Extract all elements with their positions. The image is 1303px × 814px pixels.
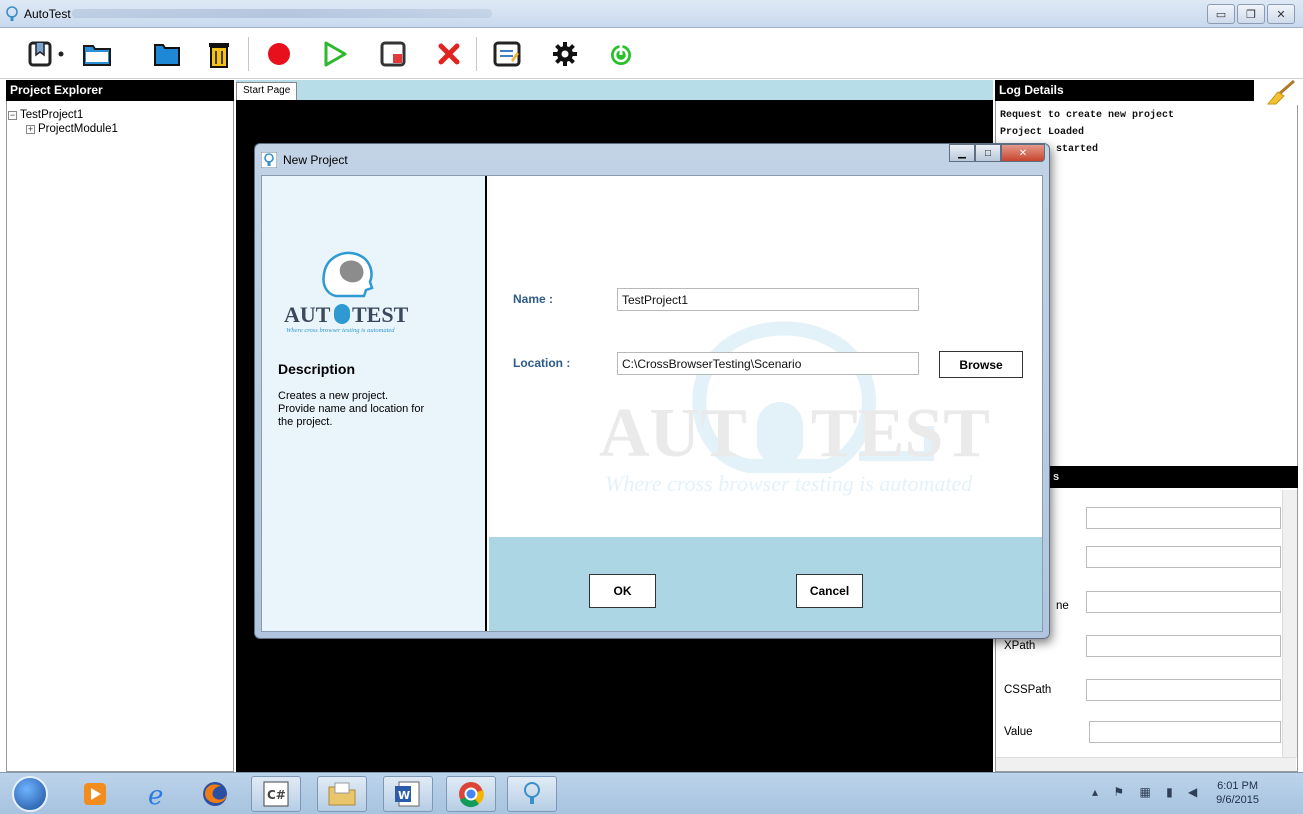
svg-text:TEST: TEST xyxy=(811,395,990,472)
word-icon[interactable]: W xyxy=(383,776,433,812)
property-field[interactable] xyxy=(1086,507,1281,529)
value-field[interactable] xyxy=(1089,721,1281,743)
dialog-close-button[interactable]: ✕ xyxy=(1001,144,1045,162)
dialog-form-pane: AUT TEST Where cross browser testing is … xyxy=(489,176,1042,631)
project-tree: − TestProject1 + ProjectModule1 xyxy=(8,108,118,136)
svg-text:Where cross browser testing is: Where cross browser testing is automated xyxy=(286,327,395,334)
svg-text:C#: C# xyxy=(267,788,286,802)
autotest-logo: AUT TEST Where cross browser testing is … xyxy=(274,244,420,334)
new-project-dialog: New Project ▁ □ ✕ AUT TEST Where cross b… xyxy=(254,143,1050,639)
tree-node-project[interactable]: − TestProject1 xyxy=(8,108,118,122)
svg-text:W: W xyxy=(398,789,410,802)
internet-explorer-icon[interactable]: e xyxy=(134,776,184,812)
title-blur xyxy=(72,9,492,18)
property-label: ne xyxy=(1056,600,1069,612)
cancel-icon[interactable] xyxy=(432,37,466,71)
stop-icon[interactable] xyxy=(376,37,410,71)
autotest-taskbar-icon[interactable] xyxy=(507,776,557,812)
report-icon[interactable] xyxy=(490,37,524,71)
autotest-watermark: AUT TEST Where cross browser testing is … xyxy=(599,321,990,496)
dialog-title: New Project xyxy=(283,153,348,167)
tab-start-page[interactable]: Start Page xyxy=(236,82,298,100)
new-project-icon[interactable] xyxy=(24,37,58,71)
expand-icon[interactable]: + xyxy=(26,124,35,134)
description-title: Description xyxy=(278,361,356,377)
location-field[interactable]: C:\CrossBrowserTesting\Scenario xyxy=(617,352,919,375)
toolbar-separator xyxy=(476,37,477,71)
play-icon[interactable] xyxy=(318,37,352,71)
svg-text:TEST: TEST xyxy=(352,302,409,327)
property-label-value: Value xyxy=(1004,726,1033,738)
name-label: Name : xyxy=(513,292,554,306)
name-field[interactable]: TestProject1 xyxy=(617,288,919,311)
collapse-icon[interactable]: − xyxy=(8,110,17,120)
location-label: Location : xyxy=(513,356,571,370)
svg-text:Where cross browser testing is: Where cross browser testing is automated xyxy=(605,471,973,496)
firefox-icon[interactable] xyxy=(190,776,240,812)
power-icon[interactable] xyxy=(604,37,638,71)
svg-text:e: e xyxy=(148,781,163,808)
start-button[interactable] xyxy=(12,776,48,812)
tree-node-label: ProjectModule1 xyxy=(38,123,118,135)
dialog-footer: OK Cancel xyxy=(489,537,1042,631)
open-folder-icon[interactable] xyxy=(80,37,114,71)
browse-button[interactable]: Browse xyxy=(939,351,1023,378)
clock-date: 9/6/2015 xyxy=(1216,794,1259,806)
minimize-button[interactable]: ▭ xyxy=(1207,4,1235,24)
record-icon[interactable] xyxy=(262,37,296,71)
file-explorer-icon[interactable] xyxy=(317,776,367,812)
clock[interactable]: 6:01 PM 9/6/2015 xyxy=(1216,779,1259,807)
window-titlebar: AutoTest ▭ ❐ ✕ xyxy=(0,0,1303,28)
property-label-csspath: CSSPath xyxy=(1004,684,1052,696)
log-line: Request to create new project xyxy=(1000,110,1175,121)
tree-node-label: TestProject1 xyxy=(20,109,84,121)
dialog-maximize-button[interactable]: □ xyxy=(975,144,1001,162)
property-field[interactable] xyxy=(1086,591,1281,613)
log-line: Project Loaded xyxy=(1000,127,1085,138)
properties-vertical-scrollbar[interactable] xyxy=(1282,490,1297,758)
property-field[interactable] xyxy=(1086,546,1281,568)
dialog-minimize-button[interactable]: ▁ xyxy=(949,144,975,162)
system-tray-icons[interactable]: ▴ ⚑ ▦ ▮ ◀ xyxy=(1092,785,1203,799)
autotest-app-icon xyxy=(6,6,18,21)
media-player-icon[interactable] xyxy=(70,776,120,812)
xpath-field[interactable] xyxy=(1086,635,1281,657)
cancel-button[interactable]: Cancel xyxy=(796,574,863,608)
main-toolbar xyxy=(0,29,1303,79)
folder-icon[interactable] xyxy=(150,37,184,71)
tab-strip xyxy=(236,80,993,100)
properties-header-label: s xyxy=(1053,471,1060,483)
project-explorer-header: Project Explorer xyxy=(6,80,234,101)
svg-text:AUT: AUT xyxy=(599,395,747,472)
dialog-description-pane: AUT TEST Where cross browser testing is … xyxy=(262,176,487,631)
window-title: AutoTest xyxy=(24,7,71,21)
csharp-icon[interactable]: C# xyxy=(251,776,301,812)
log-details-header: Log Details xyxy=(995,80,1298,101)
toolbar-separator xyxy=(248,37,249,71)
windows-taskbar: e C# W ▴ ⚑ ▦ ▮ ◀ 6:01 PM 9/6/2015 xyxy=(0,772,1303,814)
restore-button[interactable]: ❐ xyxy=(1237,4,1265,24)
svg-text:AUT: AUT xyxy=(284,302,331,327)
close-button[interactable]: ✕ xyxy=(1267,4,1295,24)
autotest-dialog-icon xyxy=(261,152,277,168)
tree-node-module[interactable]: + ProjectModule1 xyxy=(26,122,118,136)
gear-icon[interactable] xyxy=(548,37,582,71)
description-text: Creates a new project. Provide name and … xyxy=(278,390,425,428)
clear-log-icon[interactable] xyxy=(1254,79,1298,105)
chrome-icon[interactable] xyxy=(446,776,496,812)
ok-button[interactable]: OK xyxy=(589,574,656,608)
property-label-xpath: XPath xyxy=(1004,640,1036,652)
delete-icon[interactable] xyxy=(202,37,236,71)
project-explorer-panel xyxy=(6,80,234,772)
clock-time: 6:01 PM xyxy=(1217,780,1259,792)
csspath-field[interactable] xyxy=(1086,679,1281,701)
dialog-body: AUT TEST Where cross browser testing is … xyxy=(261,175,1043,632)
new-dropdown-icon[interactable] xyxy=(54,37,68,71)
properties-horizontal-scrollbar[interactable] xyxy=(996,757,1296,771)
